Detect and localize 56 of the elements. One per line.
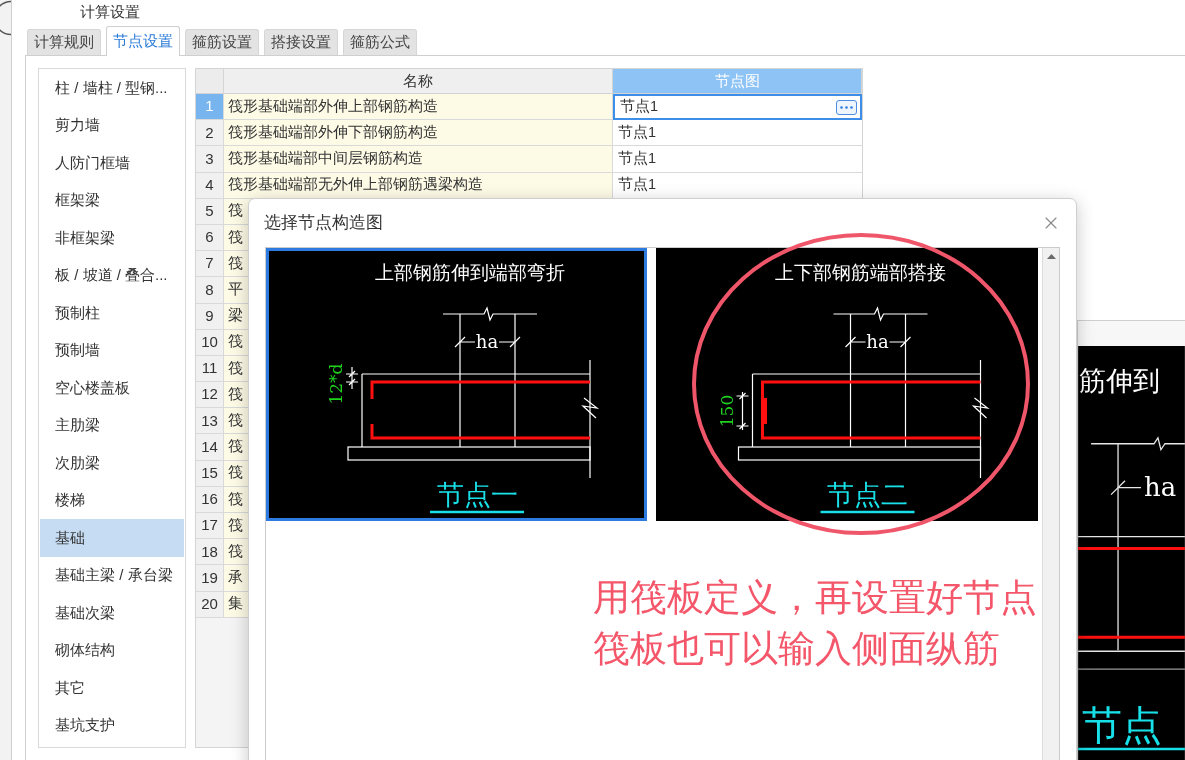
dimension-label: ha [866, 331, 889, 352]
row-number: 12 [196, 382, 224, 409]
row-number: 20 [196, 591, 224, 618]
row-number: 14 [196, 434, 224, 461]
annotation-text: 用筏板定义，再设置好节点 [593, 576, 1037, 620]
node-option[interactable]: 上下部钢筋端部搭接 ha 150 节点二 [656, 248, 1038, 521]
row-number: 5 [196, 198, 224, 225]
dimension-label: 12*d [326, 363, 346, 405]
node-field[interactable]: 节点1 [613, 94, 862, 121]
option-label: 节点二 [820, 480, 915, 514]
option-label: 节点一 [430, 480, 524, 514]
table-cell: 筏形基础端部无外伸上部钢筋遇梁构造 [224, 172, 613, 199]
dimension-label: ha [1143, 471, 1177, 502]
table-cell: 筏形基础端部外伸下部钢筋构造 [224, 120, 613, 147]
table-cell: 节点1 [613, 146, 862, 173]
drawing-title: 筋伸到 [1079, 365, 1161, 396]
row-number: 10 [196, 329, 224, 356]
node-option[interactable]: 上部钢筋伸到端部弯折 ha 12*d 节点一 [266, 248, 647, 521]
row-number: 13 [196, 408, 224, 435]
row-number: 1 [196, 94, 224, 121]
row-number: 7 [196, 251, 224, 278]
row-number: 9 [196, 303, 224, 330]
table-cell: 节点1 [613, 172, 862, 199]
row-number: 11 [196, 355, 224, 383]
tab[interactable]: 节点设置 [106, 26, 180, 56]
tab[interactable]: 搭接设置 [264, 29, 338, 55]
table-cell: 筏形基础端部中间层钢筋构造 [224, 146, 613, 173]
tab[interactable]: 箍筋公式 [343, 29, 417, 55]
row-number: 16 [196, 486, 224, 513]
table-cell: 筏形基础端部外伸上部钢筋构造 [224, 94, 613, 121]
row-number: 2 [196, 120, 224, 147]
row-number: 8 [196, 277, 224, 304]
column-header: 节点图 [613, 69, 862, 94]
row-number: 15 [196, 460, 224, 487]
row-number: 18 [196, 539, 224, 566]
option-title: 上下部钢筋端部搭接 [775, 262, 946, 283]
dimension-label: ha [475, 331, 499, 352]
table-cell: 节点1 [613, 120, 862, 147]
field-value: 节点1 [620, 97, 659, 117]
column-header: 名称 [224, 69, 613, 94]
row-number: 6 [196, 224, 224, 252]
more-icon [840, 105, 853, 109]
tab[interactable]: 箍筋设置 [185, 29, 259, 55]
row-number: 3 [196, 146, 224, 173]
ring-icon [0, 0, 11, 36]
triangle-up-icon [1046, 254, 1056, 259]
tab[interactable]: 计算规则 [27, 29, 101, 55]
window-title: 计算设置 [80, 3, 140, 20]
browse-button[interactable] [836, 99, 857, 115]
row-number: 19 [196, 565, 224, 592]
drawing-label: 节点 [1078, 703, 1185, 751]
row-number: 4 [196, 172, 224, 199]
category-item[interactable]: 基础 [40, 519, 184, 557]
row-number: 17 [196, 513, 224, 540]
annotation-text: 筏板也可以输入侧面纵筋 [593, 627, 1001, 671]
dimension-label: 150 [716, 394, 737, 428]
